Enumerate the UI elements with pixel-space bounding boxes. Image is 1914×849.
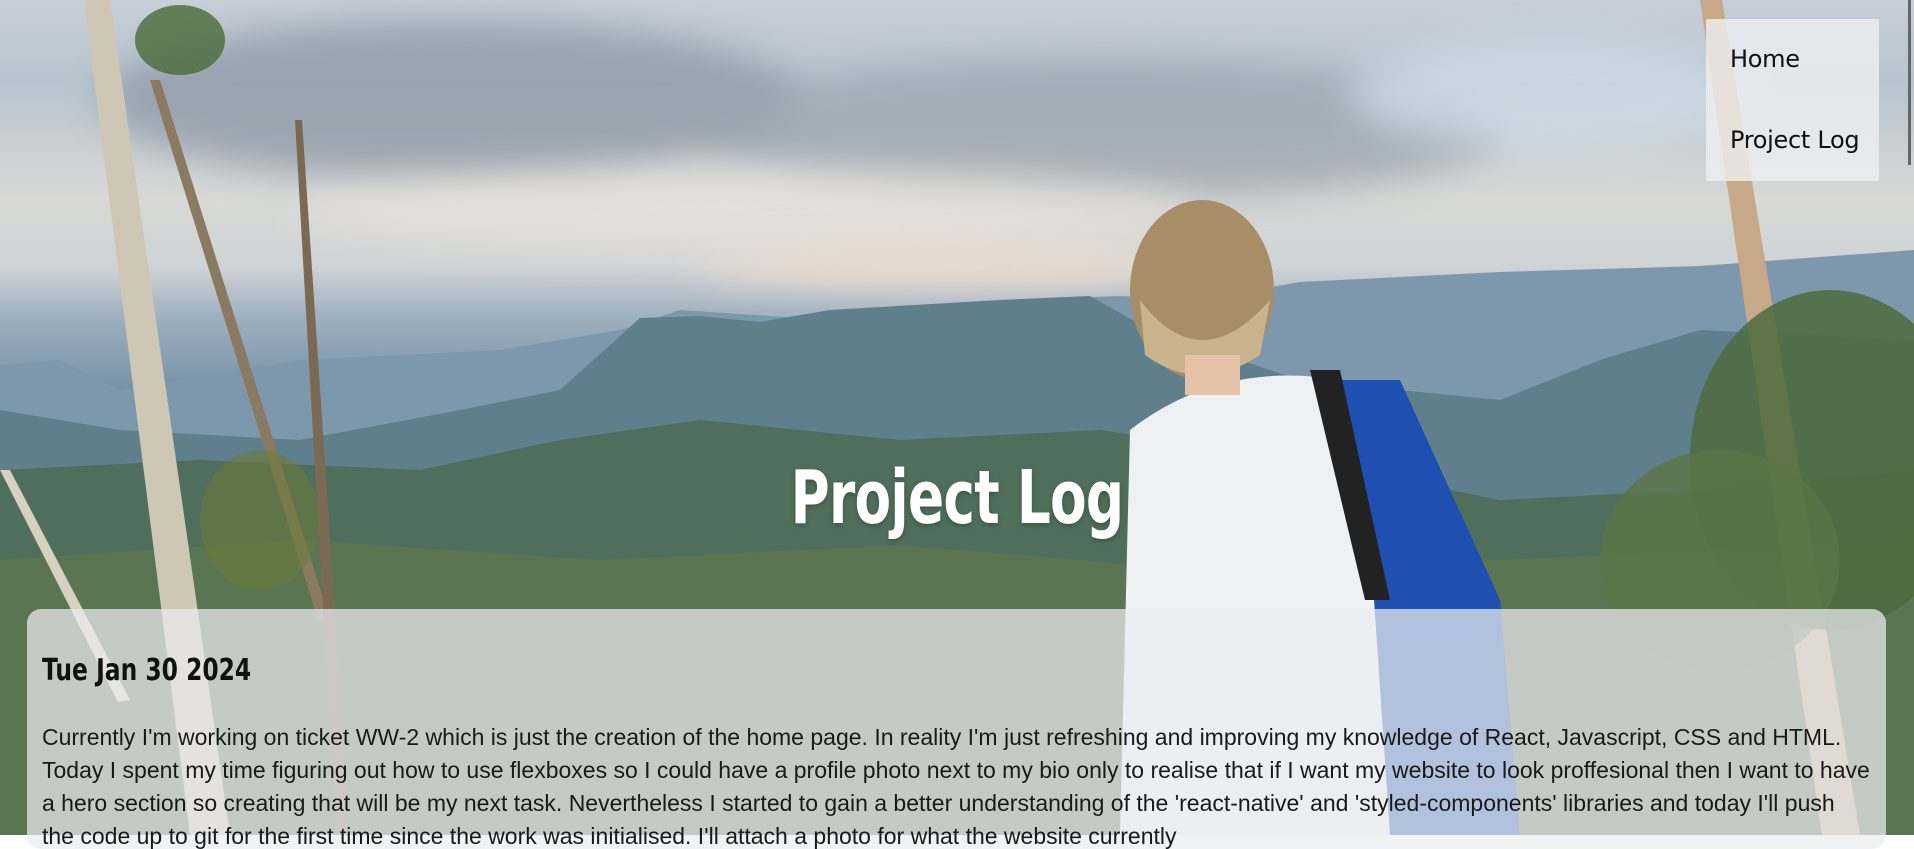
log-entry-date: Tue Jan 30 2024 — [42, 653, 252, 688]
page-title: Project Log — [790, 455, 1124, 541]
log-entry-text: Currently I'm working on ticket WW-2 whi… — [42, 724, 1870, 849]
nav-item-home[interactable]: Home — [1730, 45, 1800, 73]
log-entry-card: Tue Jan 30 2024 Currently I'm working on… — [27, 609, 1886, 849]
nav-menu: Home Project Log — [1706, 19, 1879, 181]
scrollbar[interactable] — [1908, 0, 1911, 165]
nav-item-project-log[interactable]: Project Log — [1730, 126, 1860, 154]
